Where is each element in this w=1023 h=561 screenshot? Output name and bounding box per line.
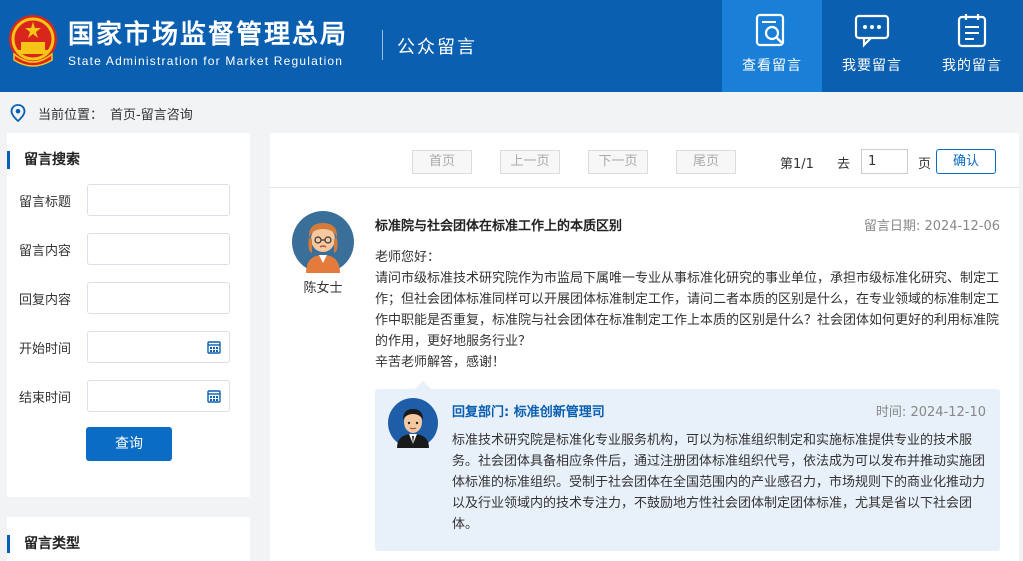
first-page-button[interactable]: 首页 — [412, 150, 472, 174]
calendar-icon[interactable] — [207, 340, 221, 354]
query-button[interactable]: 查询 — [86, 427, 172, 461]
header: 国家市场监督管理总局 State Administration for Mark… — [0, 0, 1023, 92]
page-info: 第1/1 — [780, 157, 814, 172]
asker-avatar — [292, 211, 354, 273]
breadcrumb: 当前位置： 首页-留言咨询 — [0, 92, 1023, 132]
message-date-value: 2024-12-06 — [924, 219, 1000, 234]
last-page-button[interactable]: 尾页 — [676, 150, 736, 174]
reply-date-value: 2024-12-10 — [910, 405, 986, 420]
reply-dept-label: 回复部门: — [452, 405, 510, 420]
site-title-english: State Administration for Market Regulati… — [68, 54, 344, 68]
prev-page-button[interactable]: 上一页 — [500, 150, 560, 174]
nav-leave-message[interactable]: 我要留言 — [822, 0, 922, 92]
next-page-button[interactable]: 下一页 — [588, 150, 648, 174]
field-label: 结束时间 — [19, 391, 72, 406]
reply-body: 标准技术研究院是标准化专业服务机构，可以为标准组织制定和实施标准提供专业的技术服… — [452, 433, 986, 532]
message-list-panel: 首页 上一页 下一页 尾页 第1/1 去 1 页 确认 陈女士 标准院与社会团体… — [270, 133, 1019, 561]
message-date-label: 留言日期: — [863, 219, 921, 234]
reply-content-input[interactable] — [87, 282, 230, 314]
breadcrumb-path[interactable]: 首页-留言咨询 — [110, 104, 193, 123]
field-label: 留言标题 — [19, 195, 72, 210]
national-emblem-logo — [8, 14, 58, 68]
message-closing: 辛苦老师解答，感谢！ — [375, 355, 506, 370]
goto-page-input[interactable]: 1 — [861, 149, 908, 174]
confirm-page-button[interactable]: 确认 — [936, 149, 996, 174]
nav-label: 查看留言 — [742, 58, 802, 74]
reply-pointer — [415, 381, 431, 389]
search-document-icon — [755, 13, 785, 47]
official-avatar — [388, 398, 438, 448]
title-divider — [382, 30, 383, 60]
section-title: 公众留言 — [397, 37, 477, 58]
message-date: 留言日期: 2024-12-06 — [864, 215, 1000, 234]
field-label: 回复内容 — [19, 293, 72, 308]
end-date-input[interactable] — [87, 380, 230, 412]
type-panel-title: 留言类型 — [7, 535, 80, 553]
message-body: 老师您好： 请问市级标准技术研究院作为市监局下属唯一专业从事标准化研究的事业单位… — [375, 247, 1000, 373]
asker-name: 陈女士 — [303, 281, 343, 296]
message-title-input[interactable] — [87, 184, 230, 216]
field-label: 开始时间 — [19, 342, 72, 357]
reply-department: 回复部门: 标准创新管理司 — [452, 401, 605, 420]
pagination: 首页 上一页 下一页 尾页 第1/1 去 1 页 确认 — [270, 133, 1019, 188]
field-label: 留言内容 — [19, 244, 72, 259]
nav-label: 我的留言 — [942, 58, 1002, 74]
calendar-icon[interactable] — [207, 389, 221, 403]
message-type-panel: 留言类型 — [7, 517, 250, 561]
start-date-input[interactable] — [87, 331, 230, 363]
breadcrumb-label: 当前位置： — [38, 108, 104, 123]
location-pin-icon — [10, 104, 26, 122]
reply-dept-value: 标准创新管理司 — [513, 405, 605, 420]
chat-bubble-icon — [854, 14, 890, 48]
goto-prefix: 去 — [837, 157, 851, 172]
nav-my-messages[interactable]: 我的留言 — [922, 0, 1022, 92]
nav-label: 我要留言 — [842, 58, 902, 74]
notepad-icon — [957, 14, 987, 48]
reply-date-label: 时间: — [875, 405, 907, 420]
nav-view-messages[interactable]: 查看留言 — [722, 0, 822, 92]
message-title[interactable]: 标准院与社会团体在标准工作上的本质区别 — [375, 215, 622, 234]
message-search-panel: 留言搜索 留言标题 留言内容 回复内容 开始时间 结束时间 查询 — [7, 133, 250, 497]
search-panel-title: 留言搜索 — [7, 151, 80, 169]
message-greeting: 老师您好： — [375, 250, 441, 265]
reply-box: 回复部门: 标准创新管理司 时间: 2024-12-10 标准技术研究院是标准化… — [375, 381, 1000, 551]
message-content-input[interactable] — [87, 233, 230, 265]
site-title: 国家市场监督管理总局 — [68, 20, 349, 50]
reply-date: 时间: 2024-12-10 — [876, 401, 986, 420]
message-text: 请问市级标准技术研究院作为市监局下属唯一专业从事标准化研究的事业单位，承担市级标… — [375, 271, 1000, 349]
goto-suffix: 页 — [918, 157, 932, 172]
